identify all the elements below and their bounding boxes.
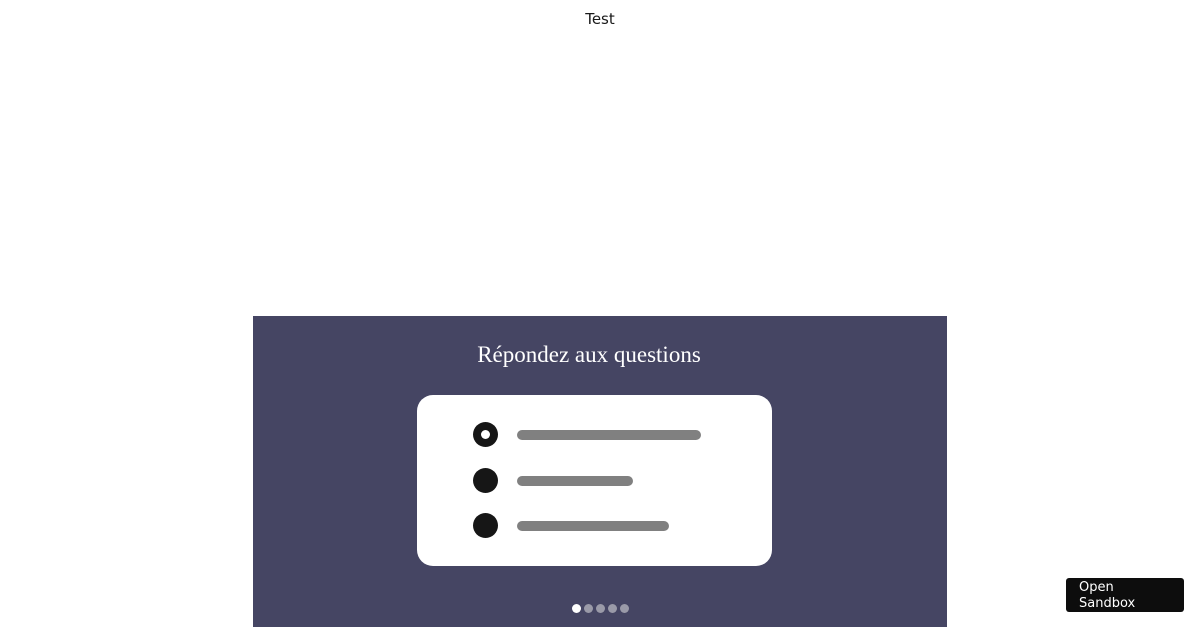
radio-selected-icon [473, 422, 498, 447]
radio-unselected-icon [473, 513, 498, 538]
slide-heading: Répondez aux questions [477, 342, 701, 367]
open-sandbox-label-line1: Open [1079, 580, 1114, 595]
quiz-card-illustration [417, 395, 772, 566]
pager-dot[interactable] [608, 604, 617, 613]
open-sandbox-label-line2: Sandbox [1079, 596, 1136, 611]
placeholder-text-line [517, 430, 701, 440]
pager-dot[interactable] [596, 604, 605, 613]
radio-dot [481, 430, 490, 439]
page-title: Test [585, 10, 615, 28]
radio-unselected-icon [473, 468, 498, 493]
carousel-pager [572, 604, 629, 613]
placeholder-text-line [517, 476, 633, 486]
pager-dot-active[interactable] [572, 604, 581, 613]
pager-dot[interactable] [620, 604, 629, 613]
slide-banner: Répondez aux questions [253, 316, 947, 627]
page: Test Répondez aux questions Open Sandbox [0, 0, 1200, 630]
open-sandbox-button[interactable]: Open Sandbox [1066, 578, 1184, 612]
pager-dot[interactable] [584, 604, 593, 613]
placeholder-text-line [517, 521, 669, 531]
